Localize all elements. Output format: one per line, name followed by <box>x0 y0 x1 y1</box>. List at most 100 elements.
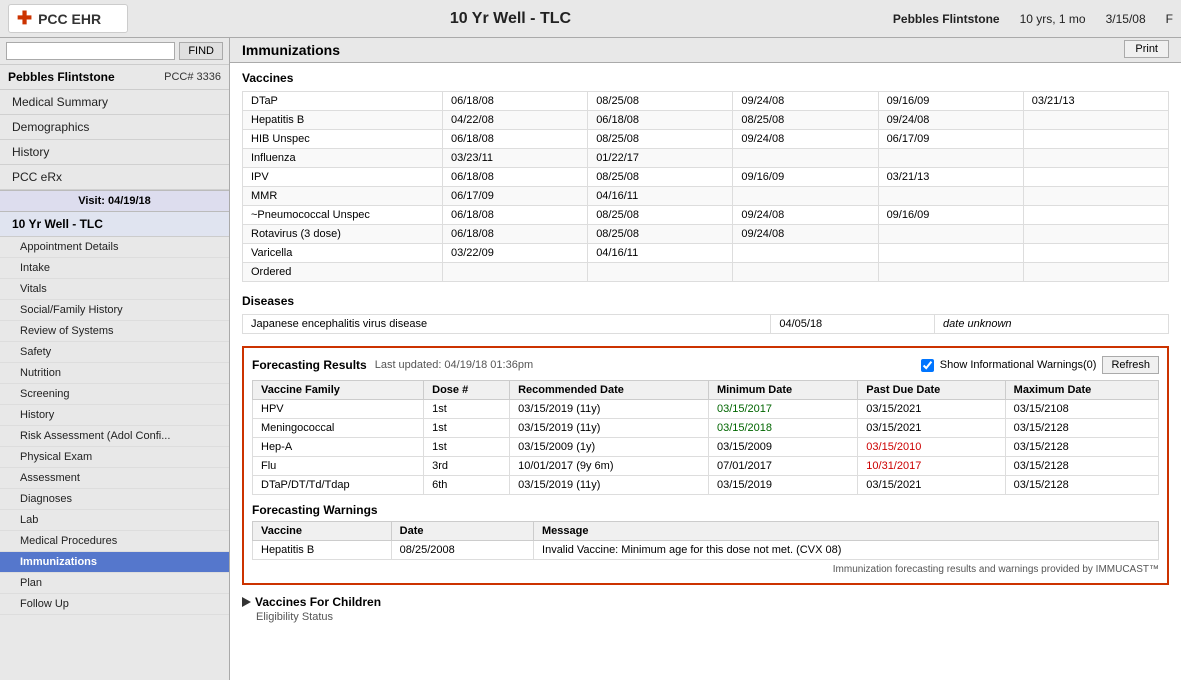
forecast-cell: 1st <box>424 419 510 438</box>
vaccine-row: Influenza03/23/1101/22/17 <box>243 149 1169 168</box>
vaccine-date: 06/18/08 <box>443 168 588 187</box>
vaccine-date: 06/18/08 <box>443 130 588 149</box>
print-button[interactable]: Print <box>1124 40 1169 58</box>
vaccine-date: 06/17/09 <box>878 130 1023 149</box>
patient-sex: F <box>1166 12 1173 26</box>
vaccines-table: DTaP06/18/0808/25/0809/24/0809/16/0903/2… <box>242 91 1169 282</box>
vaccine-row: DTaP06/18/0808/25/0809/24/0809/16/0903/2… <box>243 92 1169 111</box>
vaccine-date: 04/16/11 <box>588 187 733 206</box>
forecast-cell: 03/15/2021 <box>858 476 1005 495</box>
vaccine-date <box>1023 263 1168 282</box>
forecast-row: Hep-A1st03/15/2009 (1y)03/15/200903/15/2… <box>253 438 1159 457</box>
top-nav: Medical SummaryDemographicsHistoryPCC eR… <box>0 90 229 190</box>
forecast-cell: 03/15/2019 (11y) <box>510 476 709 495</box>
refresh-button[interactable]: Refresh <box>1102 356 1159 374</box>
forecast-cell: 07/01/2017 <box>708 457 857 476</box>
forecasting-title: Forecasting Results <box>252 358 367 372</box>
vaccine-date: 08/25/08 <box>588 130 733 149</box>
warnings-col-header: Date <box>391 522 533 541</box>
forecast-cell: Meningococcal <box>253 419 424 438</box>
sidebar-nav-medical-summary[interactable]: Medical Summary <box>0 90 229 115</box>
visit-nav-appointment-details[interactable]: Appointment Details <box>0 237 229 258</box>
forecast-cell: 03/15/2019 <box>708 476 857 495</box>
patient-name-side: Pebbles Flintstone <box>8 70 115 84</box>
vaccine-date <box>878 149 1023 168</box>
logo-text: PCC EHR <box>38 11 101 27</box>
forecast-cell: 03/15/2128 <box>1005 457 1158 476</box>
vaccine-date: 09/24/08 <box>733 206 878 225</box>
vaccine-date: 09/24/08 <box>733 92 878 111</box>
expand-icon[interactable] <box>242 597 251 607</box>
forecast-cell: 6th <box>424 476 510 495</box>
forecast-cell: 03/15/2009 <box>708 438 857 457</box>
visit-nav-intake[interactable]: Intake <box>0 258 229 279</box>
patient-header: Pebbles Flintstone PCC# 3336 <box>0 65 229 90</box>
forecast-cell: 3rd <box>424 457 510 476</box>
immucast-note: Immunization forecasting results and war… <box>252 564 1159 575</box>
forecast-row: Meningococcal1st03/15/2019 (11y)03/15/20… <box>253 419 1159 438</box>
visit-nav-risk-assessment-adol-confi-[interactable]: Risk Assessment (Adol Confi... <box>0 426 229 447</box>
vaccine-date <box>588 263 733 282</box>
vfc-section: Vaccines For Children Eligibility Status <box>242 595 1169 623</box>
visit-nav-history[interactable]: History <box>0 405 229 426</box>
forecast-cell: 03/15/2009 (1y) <box>510 438 709 457</box>
vaccine-date <box>878 244 1023 263</box>
forecast-cell: 03/15/2019 (11y) <box>510 419 709 438</box>
vaccine-row: IPV06/18/0808/25/0809/16/0903/21/13 <box>243 168 1169 187</box>
forecast-cell: Flu <box>253 457 424 476</box>
vaccine-date: 06/17/09 <box>443 187 588 206</box>
vaccine-date <box>1023 206 1168 225</box>
vaccine-date: 09/24/08 <box>878 111 1023 130</box>
visit-nav-screening[interactable]: Screening <box>0 384 229 405</box>
sidebar-nav-pcc-erx[interactable]: PCC eRx <box>0 165 229 190</box>
visit-nav-nutrition[interactable]: Nutrition <box>0 363 229 384</box>
vaccine-date <box>1023 244 1168 263</box>
visit-nav-review-of-systems[interactable]: Review of Systems <box>0 321 229 342</box>
forecast-col-header: Maximum Date <box>1005 381 1158 400</box>
vaccine-date: 04/16/11 <box>588 244 733 263</box>
visit-nav-assessment[interactable]: Assessment <box>0 468 229 489</box>
show-warnings-checkbox[interactable] <box>921 359 934 372</box>
vaccine-date <box>1023 168 1168 187</box>
content-area: Print Immunizations Vaccines DTaP06/18/0… <box>230 38 1181 680</box>
warnings-col-header: Vaccine <box>253 522 392 541</box>
warning-row: Hepatitis B08/25/2008Invalid Vaccine: Mi… <box>253 541 1159 560</box>
sidebar-nav-demographics[interactable]: Demographics <box>0 115 229 140</box>
visit-nav-plan[interactable]: Plan <box>0 573 229 594</box>
vaccines-title: Vaccines <box>242 71 1169 85</box>
forecast-cell: 1st <box>424 438 510 457</box>
sidebar-nav-history[interactable]: History <box>0 140 229 165</box>
vaccine-date: 08/25/08 <box>733 111 878 130</box>
vaccine-date: 08/25/08 <box>588 168 733 187</box>
vaccine-date <box>1023 225 1168 244</box>
search-input[interactable] <box>6 42 175 60</box>
patient-date: 3/15/08 <box>1106 12 1146 26</box>
find-button[interactable]: FIND <box>179 42 223 60</box>
forecast-col-header: Minimum Date <box>708 381 857 400</box>
forecast-cell: 03/15/2021 <box>858 400 1005 419</box>
vaccine-date <box>1023 149 1168 168</box>
scroll-area[interactable]: Vaccines DTaP06/18/0808/25/0809/24/0809/… <box>230 63 1181 680</box>
content-header: Print Immunizations <box>230 38 1181 63</box>
vaccine-row: Ordered <box>243 263 1169 282</box>
warnings-table: VaccineDateMessage Hepatitis B08/25/2008… <box>252 521 1159 560</box>
visit-nav-diagnoses[interactable]: Diagnoses <box>0 489 229 510</box>
vaccine-date: 06/18/08 <box>443 225 588 244</box>
visit-nav-lab[interactable]: Lab <box>0 510 229 531</box>
forecast-cell: 10/01/2017 (9y 6m) <box>510 457 709 476</box>
vaccine-date <box>733 187 878 206</box>
visit-nav-follow-up[interactable]: Follow Up <box>0 594 229 615</box>
forecast-cell: 03/15/2010 <box>858 438 1005 457</box>
logo: ✚ PCC EHR <box>8 4 128 33</box>
vaccine-date: 06/18/08 <box>588 111 733 130</box>
visit-nav-medical-procedures[interactable]: Medical Procedures <box>0 531 229 552</box>
visit-nav-immunizations[interactable]: Immunizations <box>0 552 229 573</box>
visit-nav-safety[interactable]: Safety <box>0 342 229 363</box>
patient-info-bar: Pebbles Flintstone 10 yrs, 1 mo 3/15/08 … <box>893 12 1173 26</box>
visit-nav-vitals[interactable]: Vitals <box>0 279 229 300</box>
forecast-cell: DTaP/DT/Td/Tdap <box>253 476 424 495</box>
visit-nav-social-family-history[interactable]: Social/Family History <box>0 300 229 321</box>
forecast-cell: 10/31/2017 <box>858 457 1005 476</box>
vaccine-row: Rotavirus (3 dose)06/18/0808/25/0809/24/… <box>243 225 1169 244</box>
visit-nav-physical-exam[interactable]: Physical Exam <box>0 447 229 468</box>
